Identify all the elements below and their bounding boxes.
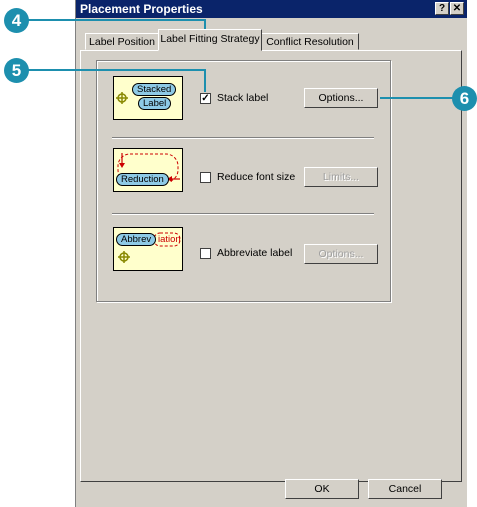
callout-5: 5 (4, 58, 29, 83)
stack-options-button[interactable]: Options... (304, 88, 378, 108)
title-bar: Placement Properties ? ✕ (76, 0, 467, 18)
close-button[interactable]: ✕ (450, 2, 464, 15)
help-button[interactable]: ? (435, 2, 449, 15)
abbreviate-label-text: Abbreviate label (217, 247, 293, 259)
abbreviate-label-checkbox[interactable] (200, 248, 211, 259)
separator (112, 213, 374, 215)
abbrev-word: Abbrev (116, 233, 157, 246)
placement-properties-dialog: Placement Properties ? ✕ Label Position … (75, 0, 467, 507)
reduce-font-preview: Reduction (113, 148, 183, 192)
abbreviate-preview: Abbrev iation (113, 227, 183, 271)
cancel-button[interactable]: Cancel (368, 479, 442, 499)
callout-4: 4 (4, 8, 29, 33)
ok-button[interactable]: OK (285, 479, 359, 499)
tab-conflict-resolution[interactable]: Conflict Resolution (261, 33, 359, 50)
separator (112, 137, 374, 139)
limits-button[interactable]: Limits... (304, 167, 378, 187)
reduce-font-size-text: Reduce font size (217, 171, 296, 183)
tab-label-position[interactable]: Label Position (85, 33, 159, 50)
dialog-title: Placement Properties (80, 2, 203, 16)
abbreviate-options-button[interactable]: Options... (304, 244, 378, 264)
iation-word: iation (158, 234, 181, 245)
callout-6: 6 (452, 86, 477, 111)
reduction-word: Reduction (116, 173, 169, 186)
stacked-word: Stacked (132, 83, 177, 96)
stack-label-preview: Stacked Label (113, 76, 183, 120)
label-word: Label (138, 97, 172, 110)
stack-label-text: Stack label (217, 92, 269, 104)
stack-label-checkbox[interactable]: ✓ (200, 93, 211, 104)
tab-label-fitting-strategy[interactable]: Label Fitting Strategy (158, 29, 262, 51)
reduce-font-size-checkbox[interactable] (200, 172, 211, 183)
